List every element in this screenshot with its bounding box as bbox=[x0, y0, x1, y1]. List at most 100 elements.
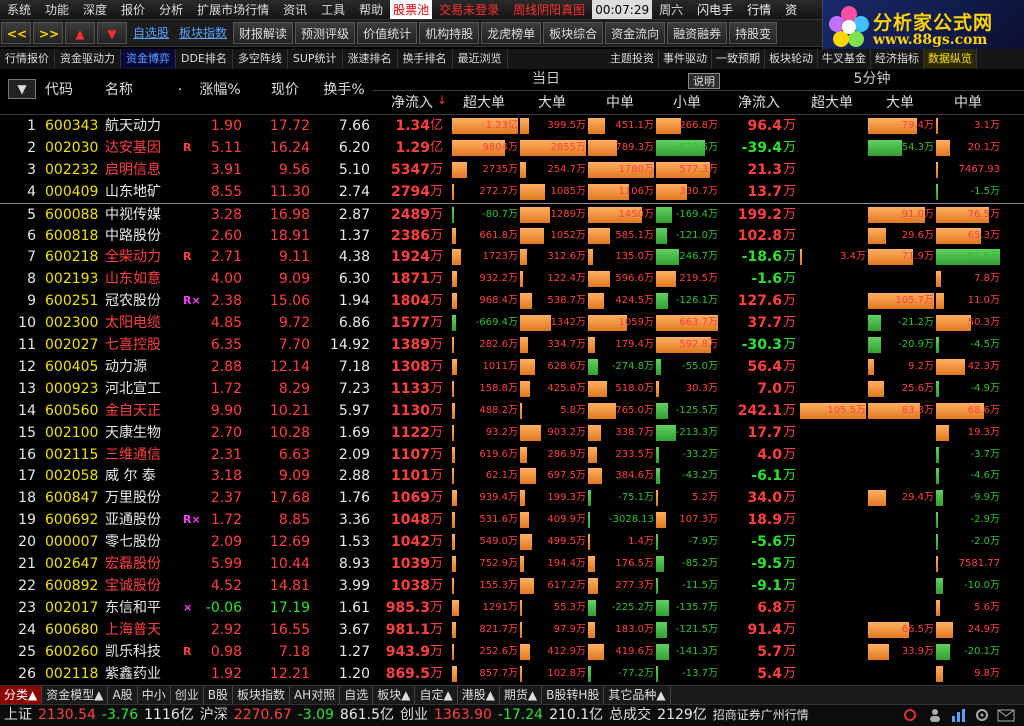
tab-hk-shares[interactable]: 港股▲ bbox=[458, 686, 500, 704]
tab-top-funds[interactable]: 牛叉基金 bbox=[818, 49, 871, 68]
col-turnover[interactable]: 换手% bbox=[316, 78, 372, 102]
tab-b-shares[interactable]: B股 bbox=[204, 686, 233, 704]
col-small[interactable]: 小单 bbox=[654, 91, 720, 115]
tab-consensus[interactable]: 一致预期 bbox=[712, 49, 765, 68]
tab-fund-drive[interactable]: 资金驱动力 bbox=[55, 49, 121, 68]
tab-dde-rank[interactable]: DDE排名 bbox=[176, 49, 233, 68]
col-super-large[interactable]: 超大单 bbox=[450, 91, 518, 115]
menu-item-tools[interactable]: 工具 bbox=[314, 0, 352, 19]
menu-item-function[interactable]: 功能 bbox=[38, 0, 76, 19]
tab-data-overview[interactable]: 数据纵览 bbox=[924, 49, 977, 68]
table-row[interactable]: 5 600088 中视传媒 3.28 16.98 2.87 2489 万 -80.7万 1289万… bbox=[0, 203, 1024, 225]
menu-item-info[interactable]: 资 bbox=[778, 0, 804, 19]
table-row[interactable]: 23 002017 东信和平 × -0.06 17.19 1.61 985.3 万 1291万 55… bbox=[0, 597, 1024, 619]
table-row[interactable]: 21 002647 宏磊股份 5.99 10.44 8.93 1039 万 752.9万 194.… bbox=[0, 553, 1024, 575]
table-row[interactable]: 25 600260 凯乐科技 R 0.98 7.18 1.27 943.9 万 252.6万 412… bbox=[0, 641, 1024, 663]
sh-label[interactable]: 上证 bbox=[4, 705, 32, 726]
menu-item-market[interactable]: 行情 bbox=[740, 0, 778, 19]
col-large[interactable]: 大单 bbox=[518, 91, 586, 115]
page-up-button[interactable]: ▲ bbox=[65, 22, 95, 44]
sector-overview-button[interactable]: 板块综合 bbox=[543, 22, 604, 44]
tab-custom[interactable]: 自定▲ bbox=[415, 686, 458, 704]
watchlist-link[interactable]: 自选股 bbox=[129, 22, 173, 44]
tab-sector-rotation[interactable]: 板块轮动 bbox=[765, 49, 818, 68]
tab-sector[interactable]: 板块▲ bbox=[373, 686, 416, 704]
cy-label[interactable]: 创业 bbox=[400, 705, 428, 726]
tab-b-to-h[interactable]: B股转H股 bbox=[542, 686, 605, 704]
table-row[interactable]: 19 600692 亚通股份 R× 1.72 8.85 3.36 1048 万 531.6万 409… bbox=[0, 509, 1024, 531]
tab-quote[interactable]: 行情报价 bbox=[0, 49, 55, 68]
table-row[interactable]: 26 002118 紫鑫药业 1.92 12.21 1.20 869.5 万 857.7万 102… bbox=[0, 663, 1024, 685]
tab-theme-invest[interactable]: 主题投资 bbox=[606, 49, 659, 68]
tab-bull-bear[interactable]: 多空阵线 bbox=[233, 49, 288, 68]
tab-gem[interactable]: 创业 bbox=[171, 686, 204, 704]
margin-trading-button[interactable]: 融资融券 bbox=[667, 22, 728, 44]
tab-category[interactable]: 分类▲ bbox=[0, 686, 43, 704]
col-price[interactable]: 现价 bbox=[258, 78, 312, 102]
table-row[interactable]: 1 600343 航天动力 1.90 17.72 7.66 1.34 亿 1.23亿 399.5万… bbox=[0, 115, 1024, 137]
forecast-rating-button[interactable]: 预测评级 bbox=[295, 22, 356, 44]
institution-holding-button[interactable]: 机构持股 bbox=[419, 22, 480, 44]
weekly-chart-alert[interactable]: 周线阴阳真图 bbox=[506, 0, 592, 19]
stock-pool-label[interactable]: 股票池 bbox=[390, 0, 433, 19]
table-row[interactable]: 8 002193 山东如意 4.00 9.09 6.30 1871 万 932.2万 122.4万… bbox=[0, 268, 1024, 290]
menu-item-depth[interactable]: 深度 bbox=[76, 0, 114, 19]
col-name[interactable]: 名称 bbox=[105, 78, 155, 102]
table-row[interactable]: 6 600818 中路股份 2.60 18.91 1.37 2386 万 661.8万 1052万… bbox=[0, 225, 1024, 247]
table-row[interactable]: 9 600251 冠农股份 R× 2.38 15.06 1.94 1804 万 968.4万 538… bbox=[0, 290, 1024, 312]
tab-turnover-rank[interactable]: 换手排名 bbox=[398, 49, 453, 68]
trade-login-alert[interactable]: 交易未登录 bbox=[432, 0, 506, 19]
table-row[interactable]: 10 002300 太阳电缆 4.85 9.72 6.86 1577 万 -669.4万 1342… bbox=[0, 312, 1024, 334]
tab-recent[interactable]: 最近浏览 bbox=[453, 49, 508, 68]
table-row[interactable]: 18 600847 万里股份 2.37 17.68 1.76 1069 万 939.4万 199.… bbox=[0, 487, 1024, 509]
tab-event-drive[interactable]: 事件驱动 bbox=[659, 49, 712, 68]
col-change-pct[interactable]: 涨幅% bbox=[190, 78, 250, 102]
explain-button[interactable]: 说明 bbox=[688, 73, 720, 89]
tab-sector-index[interactable]: 板块指数 bbox=[233, 686, 290, 704]
table-row[interactable]: 15 002100 天康生物 2.70 10.28 1.69 1122 万 93.2万 903.2… bbox=[0, 422, 1024, 444]
tab-sup-stats[interactable]: SUP统计 bbox=[288, 49, 343, 68]
table-row[interactable]: 4 000409 山东地矿 8.55 11.30 2.74 2794 万 272.7万 1085万… bbox=[0, 181, 1024, 203]
value-stats-button[interactable]: 价值统计 bbox=[357, 22, 418, 44]
back-button[interactable]: << bbox=[1, 22, 31, 44]
col-medium[interactable]: 中单 bbox=[586, 91, 654, 115]
menu-item-flash-trade[interactable]: 闪电手 bbox=[690, 0, 740, 19]
menu-item-extended-market[interactable]: 扩展市场行情 bbox=[190, 0, 276, 19]
table-row[interactable]: 20 000007 零七股份 2.09 12.69 1.53 1042 万 549.0万 499.… bbox=[0, 531, 1024, 553]
col-medium-5min[interactable]: 中单 bbox=[934, 91, 1002, 115]
table-row[interactable]: 17 002058 威 尔 泰 3.18 9.09 2.88 1101 万 62.1万 697.5… bbox=[0, 465, 1024, 487]
table-row[interactable]: 16 002115 三维通信 2.31 6.63 2.09 1107 万 619.6万 286.9… bbox=[0, 444, 1024, 466]
table-row[interactable]: 24 600680 上海普天 2.92 16.55 3.67 981.1 万 821.7万 97.… bbox=[0, 619, 1024, 641]
page-down-button[interactable]: ▼ bbox=[97, 22, 127, 44]
menu-item-system[interactable]: 系统 bbox=[0, 0, 38, 19]
tab-sme[interactable]: 中小 bbox=[138, 686, 171, 704]
menu-item-news[interactable]: 资讯 bbox=[276, 0, 314, 19]
hs-label[interactable]: 沪深 bbox=[200, 705, 228, 726]
table-row[interactable]: 22 600892 宝诚股份 4.52 14.81 3.99 1038 万 155.3万 617.… bbox=[0, 575, 1024, 597]
tab-speed-rank[interactable]: 涨速排名 bbox=[343, 49, 398, 68]
menu-item-quote[interactable]: 报价 bbox=[114, 0, 152, 19]
tab-economic-indicators[interactable]: 经济指标 bbox=[871, 49, 924, 68]
table-row[interactable]: 7 600218 全柴动力 R 2.71 9.11 4.38 1924 万 1723万 312.6万… bbox=[0, 246, 1024, 268]
dragon-tiger-button[interactable]: 龙虎榜单 bbox=[481, 22, 542, 44]
column-menu-button[interactable]: ▼ bbox=[8, 79, 36, 99]
tab-ah-compare[interactable]: AH对照 bbox=[290, 686, 341, 704]
financial-report-button[interactable]: 财报解读 bbox=[233, 22, 294, 44]
col-net-inflow-5min[interactable]: 净流入 bbox=[720, 91, 798, 115]
tab-a-shares[interactable]: A股 bbox=[108, 686, 138, 704]
tab-watchlist[interactable]: 自选 bbox=[340, 686, 374, 704]
col-super-large-5min[interactable]: 超大单 bbox=[798, 91, 866, 115]
tab-fund-game[interactable]: 资金博弈 bbox=[121, 49, 176, 68]
holding-change-button[interactable]: 持股变 bbox=[729, 22, 778, 44]
tab-futures[interactable]: 期货▲ bbox=[500, 686, 543, 704]
sector-index-link[interactable]: 板块指数 bbox=[175, 22, 231, 44]
tab-other[interactable]: 其它品种▲ bbox=[604, 686, 671, 704]
table-row[interactable]: 2 002030 达安基因 R 5.11 16.24 6.20 1.29 亿 9804万 2855万… bbox=[0, 137, 1024, 159]
fund-flow-button[interactable]: 资金流向 bbox=[605, 22, 666, 44]
table-row[interactable]: 14 600560 金自天正 9.90 10.21 5.97 1130 万 488.2万 5.8万… bbox=[0, 400, 1024, 422]
menu-item-analysis[interactable]: 分析 bbox=[152, 0, 190, 19]
table-row[interactable]: 11 002027 七喜控股 6.35 7.70 14.92 1389 万 282.6万 334.… bbox=[0, 334, 1024, 356]
col-code[interactable]: 代码 bbox=[45, 78, 95, 102]
menu-item-help[interactable]: 帮助 bbox=[352, 0, 390, 19]
col-large-5min[interactable]: 大单 bbox=[866, 91, 934, 115]
